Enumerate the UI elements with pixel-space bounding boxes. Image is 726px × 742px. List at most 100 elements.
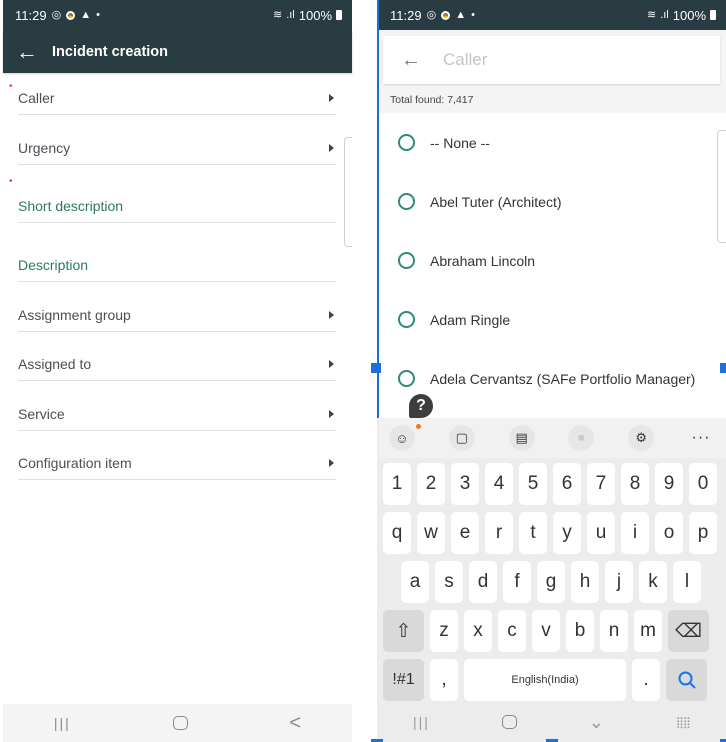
field-service[interactable]: Service [18, 381, 336, 431]
back-button[interactable]: < [289, 712, 301, 735]
key-3[interactable]: 3 [451, 463, 479, 505]
battery-percent: 100% [672, 7, 706, 23]
key-y[interactable]: y [553, 512, 581, 554]
key-n[interactable]: n [600, 610, 628, 652]
key-9[interactable]: 9 [655, 463, 683, 505]
key-t[interactable]: t [519, 512, 547, 554]
hide-keyboard-button[interactable]: ⌄ [589, 712, 604, 733]
field-assignment-group[interactable]: Assignment group [18, 282, 336, 332]
bottom-row: !#1 , English(India) . [383, 659, 724, 701]
option-label: Abel Tuter (Architect) [430, 193, 562, 210]
emoji-icon[interactable]: ☺ [389, 425, 415, 451]
recents-button[interactable]: ||| [54, 715, 71, 731]
resize-handle[interactable] [720, 363, 726, 373]
key-8[interactable]: 8 [621, 463, 649, 505]
clipboard-icon[interactable]: ▢ [448, 425, 475, 451]
sync-icon: ◎ [51, 8, 62, 21]
incident-creation-screen: 11:29 ◎ ▲ • ≋ .ıl 100% ← Incident creati… [3, 0, 352, 742]
key-4[interactable]: 4 [485, 463, 513, 505]
letter-row-2: a s d f g h j k l [383, 561, 724, 603]
key-0[interactable]: 0 [689, 463, 717, 505]
home-button[interactable] [172, 716, 188, 730]
field-label: Configuration item [18, 455, 132, 471]
key-j[interactable]: j [605, 561, 633, 603]
space-key[interactable]: English(India) [464, 659, 626, 701]
warning-icon: ▲ [80, 8, 92, 21]
battery-icon [710, 10, 716, 20]
field-label: Assignment group [18, 307, 131, 323]
field-description[interactable]: Description [18, 223, 336, 282]
radio-button[interactable] [398, 134, 415, 151]
arrow-left-icon[interactable]: ← [401, 49, 443, 72]
search-key[interactable] [666, 659, 707, 701]
recents-button[interactable]: ||| [413, 714, 430, 730]
key-a[interactable]: a [401, 561, 429, 603]
field-urgency[interactable]: Urgency [18, 115, 336, 165]
dot-icon: • [471, 8, 475, 21]
key-e[interactable]: e [451, 512, 479, 554]
backspace-key[interactable]: ⌫ [668, 610, 709, 652]
more-icon[interactable]: ··· [688, 425, 714, 451]
chrome-icon [66, 10, 76, 20]
field-label: Service [18, 406, 65, 422]
caller-search-input[interactable] [443, 50, 683, 70]
app-bar: ← Incident creation [3, 30, 352, 73]
option-label: Adela Cervantsz (SAFe Portfolio Manager) [430, 370, 696, 387]
list-item[interactable]: Abel Tuter (Architect) [379, 172, 726, 231]
field-assigned-to[interactable]: Assigned to [18, 332, 336, 381]
field-configuration-item[interactable]: Configuration item [18, 431, 336, 480]
resize-handle[interactable] [371, 363, 381, 373]
key-1[interactable]: 1 [383, 463, 411, 505]
key-l[interactable]: l [673, 561, 701, 603]
letter-row-1: q w e r t y u i o p [383, 512, 724, 554]
key-s[interactable]: s [435, 561, 463, 603]
key-i[interactable]: i [621, 512, 649, 554]
key-k[interactable]: k [639, 561, 667, 603]
field-caller[interactable]: • Caller [9, 73, 336, 115]
status-bar: 11:29 ◎ ▲ • ≋ .ıl 100% [3, 0, 352, 30]
key-f[interactable]: f [503, 561, 531, 603]
system-nav-bar: ||| < [3, 704, 352, 742]
microphone-icon[interactable]: ⏺ [568, 425, 595, 451]
key-h[interactable]: h [571, 561, 599, 603]
key-u[interactable]: u [587, 512, 615, 554]
radio-button[interactable] [398, 370, 415, 387]
key-o[interactable]: o [655, 512, 683, 554]
key-c[interactable]: c [498, 610, 526, 652]
key-b[interactable]: b [566, 610, 594, 652]
key-z[interactable]: z [430, 610, 458, 652]
key-x[interactable]: x [464, 610, 492, 652]
comma-key[interactable]: , [430, 659, 458, 701]
key-7[interactable]: 7 [587, 463, 615, 505]
keyboard-switch-icon[interactable]: ⣿⣿ [676, 716, 691, 729]
caller-list: -- None -- Abel Tuter (Architect) Abraha… [379, 113, 726, 408]
field-short-description[interactable]: • Short description [9, 165, 336, 223]
key-p[interactable]: p [689, 512, 717, 554]
key-w[interactable]: w [417, 512, 445, 554]
period-key[interactable]: . [632, 659, 660, 701]
radio-button[interactable] [398, 252, 415, 269]
symbols-key[interactable]: !#1 [383, 659, 424, 701]
help-button[interactable]: ? [409, 394, 433, 418]
radio-button[interactable] [398, 311, 415, 328]
list-item[interactable]: Abraham Lincoln [379, 231, 726, 290]
key-2[interactable]: 2 [417, 463, 445, 505]
list-item[interactable]: Adam Ringle [379, 290, 726, 349]
key-d[interactable]: d [469, 561, 497, 603]
list-item[interactable]: -- None -- [379, 113, 726, 172]
radio-button[interactable] [398, 193, 415, 210]
key-v[interactable]: v [532, 610, 560, 652]
key-g[interactable]: g [537, 561, 565, 603]
key-q[interactable]: q [383, 512, 411, 554]
signal-icon: .ıl [660, 8, 669, 21]
text-keyboard-icon[interactable]: ▤ [508, 425, 535, 451]
key-m[interactable]: m [634, 610, 662, 652]
arrow-left-icon[interactable]: ← [16, 40, 52, 63]
key-6[interactable]: 6 [553, 463, 581, 505]
key-5[interactable]: 5 [519, 463, 547, 505]
settings-icon[interactable]: ⚙ [628, 425, 655, 451]
shift-key[interactable]: ⇧ [383, 610, 424, 652]
caret-right-icon [329, 410, 334, 418]
home-button[interactable] [501, 715, 517, 729]
key-r[interactable]: r [485, 512, 513, 554]
